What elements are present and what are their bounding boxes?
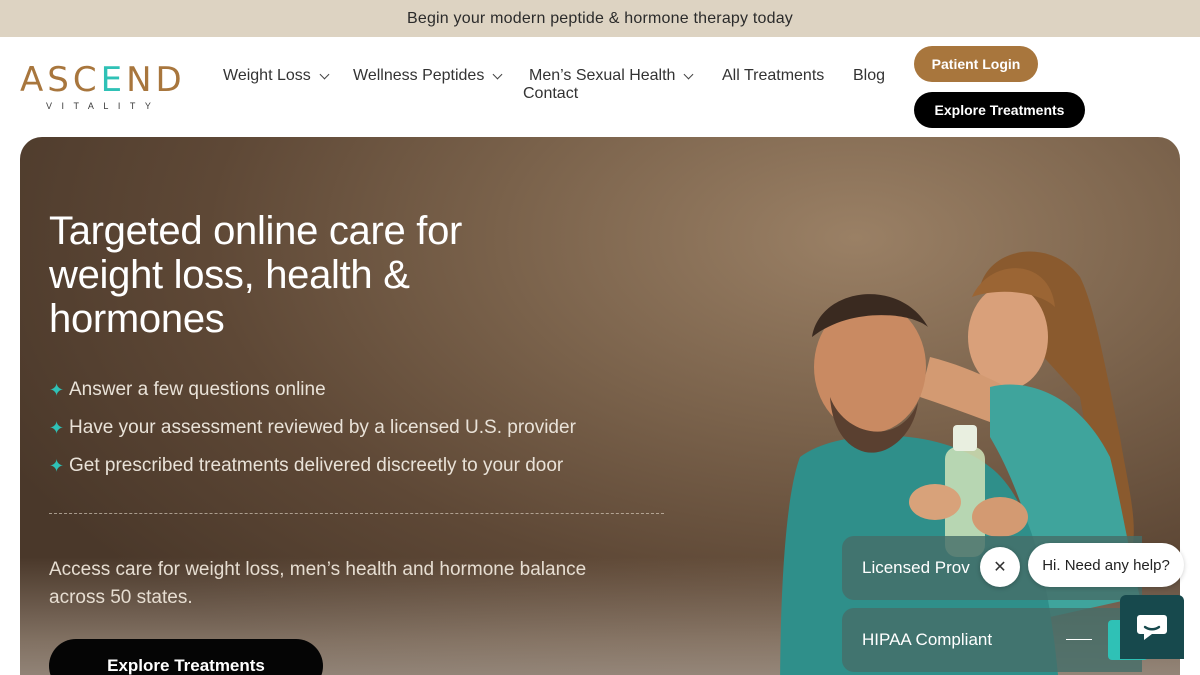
chat-launcher-button[interactable] bbox=[1120, 595, 1184, 659]
close-icon[interactable]: ✕ bbox=[980, 547, 1020, 587]
chevron-down-icon bbox=[492, 69, 503, 79]
explore-treatments-header-button[interactable]: Explore Treatments bbox=[914, 92, 1085, 128]
announcement-bar: Begin your modern peptide & hormone ther… bbox=[0, 0, 1200, 37]
hero-title: Targeted online care for weight loss, he… bbox=[49, 209, 463, 341]
chat-icon bbox=[1137, 615, 1167, 640]
logo-wordmark: ASCEND bbox=[20, 60, 186, 100]
licensed-badge-label: Licensed Prov bbox=[862, 558, 970, 577]
badge-line bbox=[1066, 639, 1092, 640]
nav-contact-label: Contact bbox=[523, 85, 579, 102]
nav-blog[interactable]: Blog bbox=[853, 67, 885, 85]
sparkle-icon: ✦ bbox=[49, 417, 65, 438]
hero-subtitle: Access care for weight loss, men’s healt… bbox=[49, 559, 587, 608]
nav-wellness-peptides[interactable]: Wellness Peptides bbox=[353, 67, 503, 85]
nav-all-treatments-label: All Treatments bbox=[722, 67, 825, 84]
explore-treatments-hero-button[interactable]: Explore Treatments bbox=[49, 639, 323, 675]
patient-login-button[interactable]: Patient Login bbox=[914, 46, 1038, 82]
bullet-text: Answer a few questions online bbox=[69, 379, 326, 400]
hipaa-badge-label: HIPAA Compliant bbox=[862, 630, 993, 649]
list-item: ✦ Answer a few questions online bbox=[49, 371, 699, 409]
nav-contact[interactable]: Contact bbox=[523, 85, 578, 103]
announcement-text: Begin your modern peptide & hormone ther… bbox=[406, 9, 794, 27]
sparkle-icon: ✦ bbox=[49, 455, 65, 476]
nav-weight-loss-label: Weight Loss bbox=[223, 67, 311, 84]
site-header: ASCEND VITALITY Weight Loss Wellness Pep… bbox=[0, 37, 1200, 137]
nav-all-treatments[interactable]: All Treatments bbox=[722, 67, 824, 85]
hipaa-badge: HIPAA Compliant bbox=[842, 608, 1148, 672]
sparkle-icon: ✦ bbox=[49, 379, 65, 400]
list-item: ✦ Have your assessment reviewed by a lic… bbox=[49, 409, 699, 447]
chat-greeting-bubble[interactable]: Hi. Need any help? bbox=[1028, 543, 1184, 587]
hero-bullet-list: ✦ Answer a few questions online ✦ Have y… bbox=[49, 371, 699, 485]
nav-blog-label: Blog bbox=[853, 67, 886, 84]
nav-mens-sexual-health[interactable]: Men’s Sexual Health bbox=[529, 67, 694, 85]
nav-weight-loss[interactable]: Weight Loss bbox=[223, 67, 330, 85]
brand-logo[interactable]: ASCEND VITALITY bbox=[20, 63, 212, 113]
hero-divider bbox=[49, 513, 664, 514]
chevron-down-icon bbox=[319, 69, 330, 79]
couple-photo bbox=[780, 251, 1140, 675]
list-item: ✦ Get prescribed treatments delivered di… bbox=[49, 447, 699, 485]
bullet-text: Get prescribed treatments delivered disc… bbox=[69, 455, 564, 476]
nav-wellness-peptides-label: Wellness Peptides bbox=[353, 67, 485, 84]
nav-mens-sexual-health-label: Men’s Sexual Health bbox=[529, 67, 676, 84]
chevron-down-icon bbox=[684, 69, 694, 79]
logo-subtitle: VITALITY bbox=[46, 101, 161, 111]
bullet-text: Have your assessment reviewed by a licen… bbox=[69, 417, 576, 438]
